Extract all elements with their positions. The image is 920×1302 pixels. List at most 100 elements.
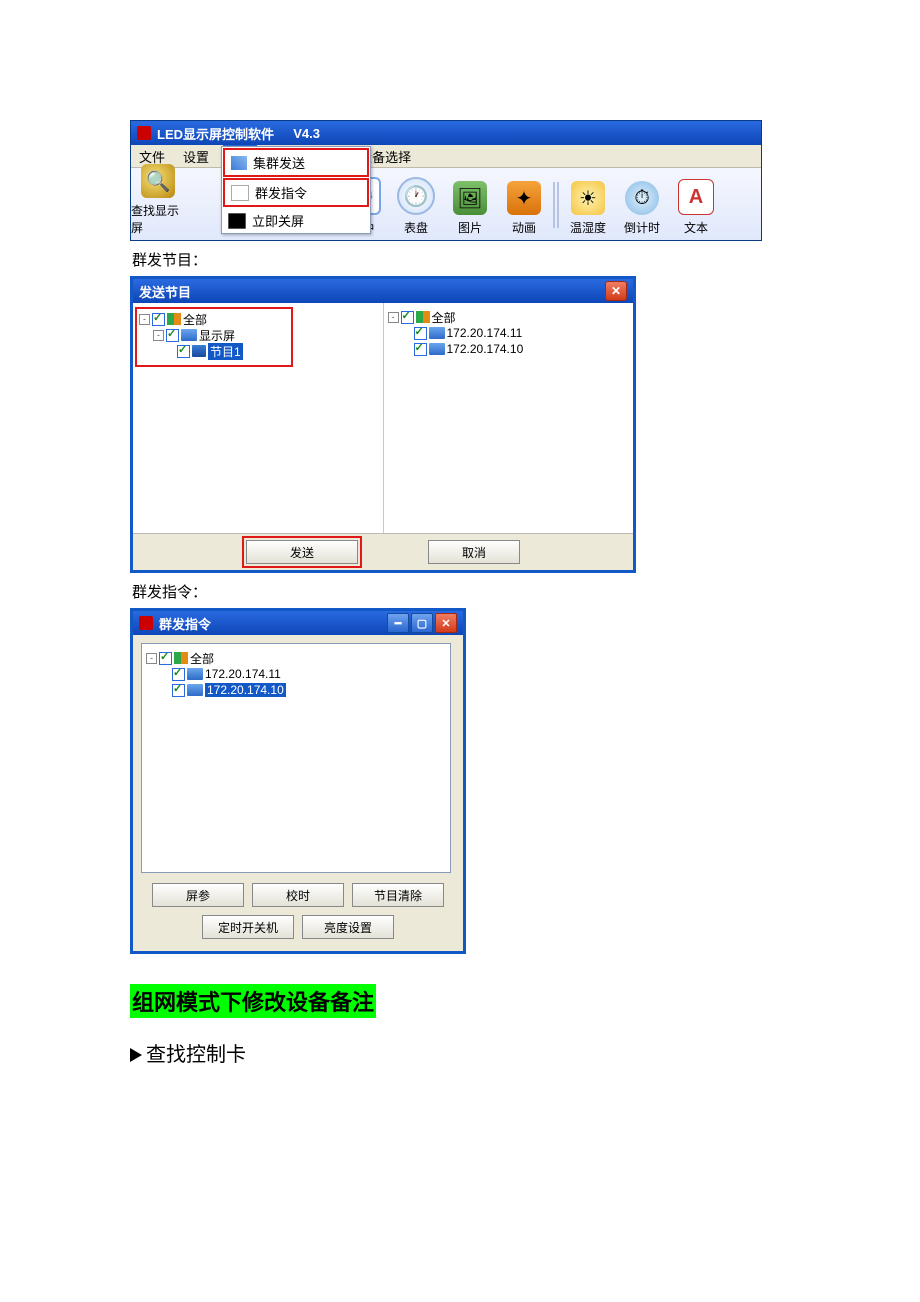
- tree-root-label: 全部: [183, 311, 207, 328]
- caption-group-send-program: 群发节目：: [132, 249, 790, 270]
- checkbox-program[interactable]: [177, 345, 190, 358]
- weather-icon: ☀: [571, 181, 605, 215]
- toolbar-search-label: 查找显示屏: [131, 202, 185, 236]
- cmd-device-ip-1: 172.20.174.11: [205, 667, 281, 681]
- toolbar-dial-label: 表盘: [404, 219, 428, 236]
- text-icon: A: [678, 179, 714, 215]
- checkbox-all[interactable]: [152, 313, 165, 326]
- timer-switch-button[interactable]: 定时开关机: [202, 915, 294, 939]
- animation-icon: ✦: [507, 181, 541, 215]
- cmd-device-row-1[interactable]: 172.20.174.11: [146, 666, 446, 682]
- device-root-row[interactable]: - 全部: [388, 309, 630, 325]
- program-tree-pane: - 全部 - 显示屏 节目1: [133, 303, 384, 533]
- tree-program-row[interactable]: 节目1: [139, 343, 289, 359]
- collapse-icon[interactable]: -: [139, 314, 150, 325]
- section-heading-text: 组网模式下修改设备备注: [130, 984, 376, 1018]
- cmd-device-tree: - 全部 172.20.174.11 172.20.174.10: [141, 643, 451, 873]
- toolbar-animation[interactable]: ✦ 动画: [497, 181, 551, 240]
- monitor-icon: [181, 329, 197, 341]
- triangle-bullet-icon: [130, 1048, 142, 1062]
- device-tree-pane: - 全部 172.20.174.11 172.20.174.10: [384, 303, 634, 533]
- cmd-dialog-title: 群发指令: [159, 614, 211, 633]
- send-program-dialog: 发送节目 ✕ - 全部 - 显示屏: [130, 276, 636, 573]
- toolbar-countdown[interactable]: ⏱ 倒计时: [615, 181, 669, 240]
- send-dialog-footer: 发送 取消: [133, 533, 633, 570]
- device-ip-2: 172.20.174.10: [447, 342, 524, 356]
- brightness-button[interactable]: 亮度设置: [302, 915, 394, 939]
- monitor-icon: [429, 327, 445, 339]
- app-titlebar: LED显示屏控制软件 V4.3: [131, 121, 761, 145]
- toolbar-picture[interactable]: 🖼 图片: [443, 181, 497, 240]
- power-off-icon: [228, 213, 246, 229]
- cmd-device-ip-2: 172.20.174.10: [205, 683, 286, 697]
- program-icon: [192, 345, 206, 357]
- window-controls: ━ ▢ ✕: [387, 613, 457, 633]
- collapse-icon[interactable]: -: [153, 330, 164, 341]
- countdown-icon: ⏱: [625, 181, 659, 215]
- cmd-root-label: 全部: [190, 650, 214, 667]
- toolbar-picture-label: 图片: [458, 219, 482, 236]
- cmd-device-row-2[interactable]: 172.20.174.10: [146, 682, 446, 698]
- menu-item-group-command[interactable]: 群发指令: [225, 180, 367, 205]
- send-dialog-title: 发送节目: [139, 282, 191, 301]
- toolbar: 集群发送 群发指令 立即关屏 🔍 查找显示屏 8:54 时钟 🕐: [131, 168, 761, 240]
- send-icon: [231, 156, 247, 170]
- cmd-root-row[interactable]: - 全部: [146, 650, 446, 666]
- monitor-icon: [187, 684, 203, 696]
- app-title: LED显示屏控制软件: [157, 124, 274, 143]
- device-root-label: 全部: [432, 309, 456, 326]
- highlight-program-tree: - 全部 - 显示屏 节目1: [135, 307, 293, 367]
- collapse-icon[interactable]: -: [388, 312, 399, 323]
- checkbox-device-1[interactable]: [172, 668, 185, 681]
- monitor-icon: [429, 343, 445, 355]
- send-dialog-titlebar: 发送节目 ✕: [133, 279, 633, 303]
- magnifier-icon: 🔍: [141, 164, 175, 198]
- power-off-label: 立即关屏: [252, 211, 304, 230]
- maximize-button[interactable]: ▢: [411, 613, 433, 633]
- toolbar-temperature[interactable]: ☀ 温湿度: [561, 181, 615, 240]
- screen-param-button[interactable]: 屏参: [152, 883, 244, 907]
- app-version: V4.3: [293, 126, 320, 141]
- cancel-button[interactable]: 取消: [428, 540, 520, 564]
- checkbox-device-2[interactable]: [172, 684, 185, 697]
- folder-icon: [174, 652, 188, 664]
- picture-icon: 🖼: [453, 181, 487, 215]
- checkbox-all[interactable]: [159, 652, 172, 665]
- close-button[interactable]: ✕: [435, 613, 457, 633]
- command-icon: [231, 185, 249, 201]
- group-command-dialog: 群发指令 ━ ▢ ✕ - 全部 172.20.174.11 172.20.174: [130, 608, 466, 954]
- send-button[interactable]: 发送: [246, 540, 358, 564]
- section-heading: 组网模式下修改设备备注: [130, 954, 790, 1018]
- cmd-dialog-titlebar: 群发指令 ━ ▢ ✕: [133, 611, 463, 635]
- tree-program-label: 节目1: [208, 343, 243, 360]
- toolbar-animation-label: 动画: [512, 219, 536, 236]
- toolbar-dial[interactable]: 🕐 表盘: [389, 177, 443, 240]
- tree-root-row[interactable]: - 全部: [139, 311, 289, 327]
- folder-icon: [416, 311, 430, 323]
- checkbox-device-1[interactable]: [414, 327, 427, 340]
- cmd-button-row: 屏参 校时 节目清除 定时开关机 亮度设置: [141, 883, 455, 943]
- menu-item-power-off[interactable]: 立即关屏: [222, 208, 370, 233]
- tree-screen-label: 显示屏: [199, 327, 235, 344]
- menu-item-cluster-send[interactable]: 集群发送: [225, 150, 367, 175]
- tree-screen-row[interactable]: - 显示屏: [139, 327, 289, 343]
- cluster-send-label: 集群发送: [253, 153, 305, 172]
- step-text: 查找控制卡: [146, 1044, 246, 1066]
- app-window: LED显示屏控制软件 V4.3 文件 设置 操作 语言 关于 设备选择 集群发送…: [130, 120, 762, 241]
- toolbar-separator: [553, 182, 559, 228]
- checkbox-all-devices[interactable]: [401, 311, 414, 324]
- device-row-1[interactable]: 172.20.174.11: [388, 325, 630, 341]
- monitor-icon: [187, 668, 203, 680]
- toolbar-text[interactable]: A 文本: [669, 179, 723, 240]
- toolbar-search[interactable]: 🔍 查找显示屏: [131, 164, 185, 240]
- toolbar-temperature-label: 温湿度: [570, 219, 606, 236]
- clear-program-button[interactable]: 节目清除: [352, 883, 444, 907]
- checkbox-device-2[interactable]: [414, 343, 427, 356]
- time-sync-button[interactable]: 校时: [252, 883, 344, 907]
- device-row-2[interactable]: 172.20.174.10: [388, 341, 630, 357]
- checkbox-screen[interactable]: [166, 329, 179, 342]
- device-ip-1: 172.20.174.11: [447, 326, 523, 340]
- close-button[interactable]: ✕: [605, 281, 627, 301]
- collapse-icon[interactable]: -: [146, 653, 157, 664]
- minimize-button[interactable]: ━: [387, 613, 409, 633]
